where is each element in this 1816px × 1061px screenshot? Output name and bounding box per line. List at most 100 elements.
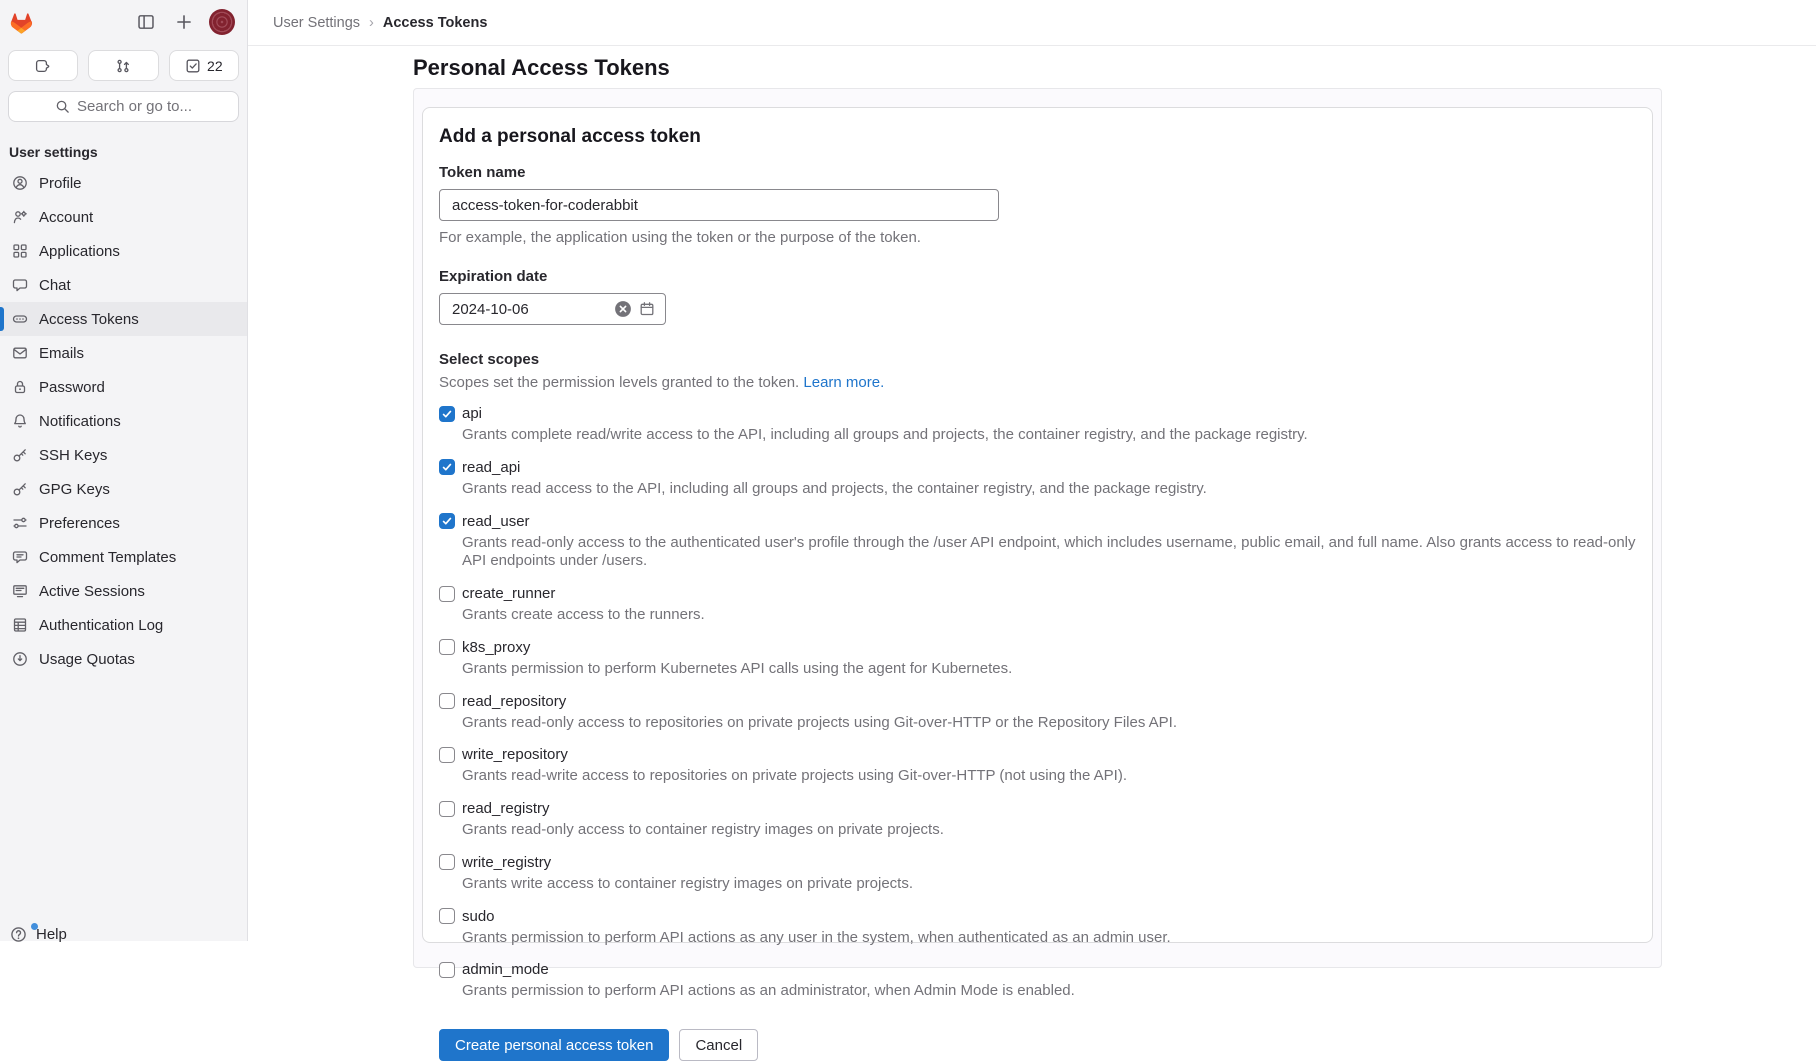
create-token-button[interactable]: Create personal access token — [439, 1029, 669, 1061]
chat-icon — [12, 277, 28, 293]
check-icon — [441, 461, 453, 473]
sidebar-item-chat[interactable]: Chat — [0, 268, 247, 302]
expiration-date-value: 2024-10-06 — [452, 301, 529, 318]
scope-description: Grants complete read/write access to the… — [462, 426, 1636, 445]
scope-label[interactable]: read_api — [462, 459, 520, 476]
scope-checkbox[interactable] — [439, 406, 455, 422]
profile-icon — [12, 175, 28, 191]
help-notification-dot — [31, 923, 38, 930]
card-title: Add a personal access token — [439, 126, 1636, 148]
scope-checkbox[interactable] — [439, 747, 455, 763]
sidebar-item-emails[interactable]: Emails — [0, 336, 247, 370]
breadcrumb: User Settings › Access Tokens — [248, 0, 1816, 46]
scope-label[interactable]: sudo — [462, 908, 495, 925]
scope-checkbox[interactable] — [439, 854, 455, 870]
scope-checkbox[interactable] — [439, 513, 455, 529]
scope-checkbox[interactable] — [439, 459, 455, 475]
sidebar-item-gpg-keys[interactable]: GPG Keys — [0, 472, 247, 506]
scope-label[interactable]: api — [462, 405, 482, 422]
search-icon — [55, 99, 70, 114]
scope-checkbox[interactable] — [439, 908, 455, 924]
scope-description: Grants write access to container registr… — [462, 875, 1636, 894]
scope-description: Grants read-write access to repositories… — [462, 767, 1636, 786]
check-icon — [441, 408, 453, 420]
create-new-icon[interactable] — [175, 13, 193, 31]
sidebar-toggle-icon[interactable] — [137, 13, 155, 31]
active-indicator — [0, 307, 4, 331]
sidebar-item-notifications[interactable]: Notifications — [0, 404, 247, 438]
scope-row: k8s_proxy Grants permission to perform K… — [439, 639, 1636, 679]
sidebar-item-profile[interactable]: Profile — [0, 166, 247, 200]
sidebar-item-password[interactable]: Password — [0, 370, 247, 404]
scope-description: Grants permission to perform API actions… — [462, 929, 1636, 948]
scope-checkbox[interactable] — [439, 586, 455, 602]
scope-label[interactable]: admin_mode — [462, 961, 549, 978]
expiration-date-label: Expiration date — [439, 268, 1636, 285]
sidebar-item-account[interactable]: Account — [0, 200, 247, 234]
gitlab-logo[interactable] — [8, 9, 35, 35]
avatar[interactable] — [209, 9, 235, 35]
sidebar: 22 Search or go to... User settings Prof… — [0, 0, 248, 941]
check-icon — [441, 515, 453, 527]
help-icon — [10, 926, 27, 943]
scope-label[interactable]: write_registry — [462, 854, 551, 871]
comment-icon — [12, 549, 28, 565]
search-input[interactable]: Search or go to... — [8, 91, 239, 122]
key-icon — [12, 447, 28, 463]
scope-label[interactable]: write_repository — [462, 746, 568, 763]
scope-row: read_api Grants read access to the API, … — [439, 459, 1636, 499]
breadcrumb-separator: › — [369, 15, 374, 31]
issues-shortcut-button[interactable] — [8, 50, 78, 81]
sidebar-item-active-sessions[interactable]: Active Sessions — [0, 574, 247, 608]
scope-checkbox[interactable] — [439, 801, 455, 817]
sidebar-item-access-tokens[interactable]: Access Tokens — [0, 302, 247, 336]
apps-icon — [12, 243, 28, 259]
scope-checkbox[interactable] — [439, 962, 455, 978]
expiration-date-input[interactable]: 2024-10-06 — [439, 293, 666, 325]
scope-description: Grants read access to the API, including… — [462, 480, 1636, 499]
scope-row: read_registry Grants read-only access to… — [439, 800, 1636, 840]
token-name-input[interactable] — [439, 189, 999, 221]
log-icon — [12, 617, 28, 633]
sidebar-item-applications[interactable]: Applications — [0, 234, 247, 268]
scope-label[interactable]: read_registry — [462, 800, 550, 817]
scope-description: Grants read-only access to the authentic… — [462, 534, 1636, 572]
clear-date-icon[interactable] — [614, 300, 632, 318]
sidebar-item-ssh-keys[interactable]: SSH Keys — [0, 438, 247, 472]
calendar-icon[interactable] — [639, 301, 655, 317]
bell-icon — [12, 413, 28, 429]
token-icon — [12, 311, 28, 327]
sidebar-item-usage-quotas[interactable]: Usage Quotas — [0, 642, 247, 676]
email-icon — [12, 345, 28, 361]
breadcrumb-user-settings[interactable]: User Settings — [273, 15, 360, 31]
scope-checkbox[interactable] — [439, 693, 455, 709]
monitor-icon — [12, 583, 28, 599]
scope-row: create_runner Grants create access to th… — [439, 585, 1636, 625]
scope-row: sudo Grants permission to perform API ac… — [439, 908, 1636, 948]
todo-count: 22 — [207, 58, 223, 74]
scope-label[interactable]: read_repository — [462, 693, 566, 710]
breadcrumb-current: Access Tokens — [383, 15, 488, 31]
form-actions: Create personal access token Cancel — [439, 1029, 1636, 1061]
scope-row: read_repository Grants read-only access … — [439, 693, 1636, 733]
scope-label[interactable]: read_user — [462, 513, 530, 530]
sidebar-item-authentication-log[interactable]: Authentication Log — [0, 608, 247, 642]
sidebar-item-preferences[interactable]: Preferences — [0, 506, 247, 540]
scope-row: write_repository Grants read-write acces… — [439, 746, 1636, 786]
scope-label[interactable]: k8s_proxy — [462, 639, 530, 656]
sidebar-item-comment-templates[interactable]: Comment Templates — [0, 540, 247, 574]
sidebar-section-label: User settings — [0, 122, 247, 166]
scope-description: Grants permission to perform API actions… — [462, 982, 1636, 1001]
scope-label[interactable]: create_runner — [462, 585, 555, 602]
shortcut-pills: 22 — [0, 44, 247, 81]
select-scopes-label: Select scopes — [439, 351, 1636, 368]
learn-more-link[interactable]: Learn more. — [803, 374, 884, 391]
merge-requests-shortcut-button[interactable] — [88, 50, 158, 81]
scope-description: Grants permission to perform Kubernetes … — [462, 660, 1636, 679]
scopes-hint: Scopes set the permission levels granted… — [439, 374, 1636, 391]
help-button[interactable]: Help — [10, 926, 67, 943]
todos-shortcut-button[interactable]: 22 — [169, 50, 239, 81]
cancel-button[interactable]: Cancel — [679, 1029, 758, 1061]
scope-checkbox[interactable] — [439, 639, 455, 655]
token-name-help: For example, the application using the t… — [439, 229, 1636, 246]
